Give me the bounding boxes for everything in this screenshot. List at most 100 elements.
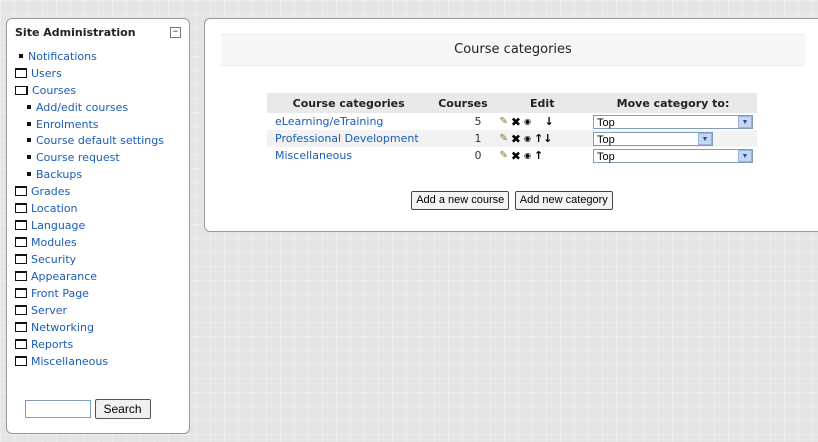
sidebar-item-add-edit-courses[interactable]: Add/edit courses [15, 99, 187, 116]
sidebar-item-label[interactable]: Language [31, 219, 85, 232]
sidebar-item-label[interactable]: Location [31, 202, 78, 215]
select-value: Top [597, 133, 615, 146]
column-header-move: Move category to: [589, 93, 757, 113]
collapse-block-icon[interactable]: − [170, 27, 181, 38]
hide-icon[interactable]: ◉ [524, 151, 531, 160]
category-name-cell: eLearning/eTraining [267, 113, 431, 130]
move-category-select[interactable]: Top ▼ [593, 131, 713, 146]
search-button[interactable]: Search [94, 399, 151, 419]
folder-icon [15, 288, 27, 298]
sidebar-item-course-default-settings[interactable]: Course default settings [15, 133, 187, 149]
column-header-categories: Course categories [267, 93, 431, 113]
table-row: Miscellaneous 0 ✎ ✖ ◉ ↑ Top ▼ [267, 147, 757, 164]
sidebar-item-notifications[interactable]: Notifications [15, 48, 187, 65]
category-name-cell: Miscellaneous [267, 147, 431, 164]
folder-icon [15, 271, 27, 281]
folder-icon [15, 254, 27, 264]
sidebar-item-label[interactable]: Users [31, 67, 62, 80]
edit-icon[interactable]: ✎ [500, 150, 508, 161]
sidebar-item-modules[interactable]: Modules [15, 234, 187, 251]
sidebar-item-language[interactable]: Language [15, 217, 187, 234]
sidebar-item-miscellaneous[interactable]: Miscellaneous [15, 353, 187, 370]
category-link[interactable]: Professional Development [275, 132, 419, 145]
sidebar-item-label[interactable]: Backups [36, 168, 82, 181]
bullet-icon [27, 155, 31, 159]
bullet-icon [27, 105, 31, 109]
sidebar-item-label[interactable]: Courses [32, 84, 76, 97]
sidebar-item-label[interactable]: Miscellaneous [31, 355, 108, 368]
folder-icon [15, 186, 27, 196]
dropdown-arrow-icon[interactable]: ▼ [698, 132, 712, 145]
dropdown-arrow-icon[interactable]: ▼ [738, 115, 752, 128]
sidebar-item-reports[interactable]: Reports [15, 336, 187, 353]
move-cell: Top ▼ [589, 130, 757, 147]
add-category-button[interactable]: Add new category [514, 191, 613, 210]
table-row: Professional Development 1 ✎ ✖ ◉ ↑↓ Top ▼ [267, 130, 757, 147]
category-link[interactable]: eLearning/eTraining [275, 115, 383, 128]
edit-actions: ✎ ✖ ◉ ↑↓ [495, 130, 589, 147]
dropdown-arrow-icon[interactable]: ▼ [738, 149, 752, 162]
admin-tree: Notifications Users Courses Add/edit cou… [15, 48, 187, 370]
sidebar-item-server[interactable]: Server [15, 302, 187, 319]
sidebar-item-label[interactable]: Networking [31, 321, 94, 334]
move-arrows-icon[interactable]: ↑ [534, 149, 543, 162]
heading-box: Course categories [221, 34, 805, 66]
course-count: 1 [430, 130, 496, 147]
sidebar-item-label[interactable]: Enrolments [36, 118, 99, 131]
sidebar-item-label[interactable]: Appearance [31, 270, 97, 283]
search-input[interactable] [25, 400, 91, 418]
sidebar-item-front-page[interactable]: Front Page [15, 285, 187, 302]
category-name-cell: Professional Development [267, 130, 431, 147]
folder-icon [15, 339, 27, 349]
delete-icon[interactable]: ✖ [511, 115, 521, 129]
admin-search: Search [25, 399, 151, 419]
sidebar-item-security[interactable]: Security [15, 251, 187, 268]
folder-icon [15, 322, 27, 332]
bullet-icon [27, 138, 31, 142]
move-category-select[interactable]: Top ▼ [593, 114, 753, 129]
bullet-icon [19, 54, 23, 58]
category-link[interactable]: Miscellaneous [275, 149, 352, 162]
sidebar-item-label[interactable]: Course default settings [36, 134, 164, 147]
move-category-select[interactable]: Top ▼ [593, 148, 753, 163]
delete-icon[interactable]: ✖ [511, 149, 521, 163]
sidebar-item-location[interactable]: Location [15, 200, 187, 217]
course-count: 0 [430, 147, 496, 164]
sidebar-item-label[interactable]: Front Page [31, 287, 89, 300]
sidebar-item-backups[interactable]: Backups [15, 166, 187, 183]
move-arrows-icon[interactable]: ↓ [544, 115, 553, 128]
sidebar-item-label[interactable]: Security [31, 253, 76, 266]
course-count: 5 [430, 113, 496, 130]
sidebar-item-networking[interactable]: Networking [15, 319, 187, 336]
sidebar-item-enrolments[interactable]: Enrolments [15, 116, 187, 133]
add-course-button[interactable]: Add a new course [411, 191, 510, 210]
sidebar-item-label[interactable]: Course request [36, 151, 120, 164]
sidebar-item-label[interactable]: Notifications [28, 50, 97, 63]
sidebar-item-label[interactable]: Reports [31, 338, 73, 351]
move-arrows-icon[interactable]: ↑↓ [534, 132, 552, 145]
sidebar-item-label[interactable]: Grades [31, 185, 70, 198]
sidebar-item-label[interactable]: Server [31, 304, 67, 317]
sidebar-item-grades[interactable]: Grades [15, 183, 187, 200]
action-buttons: Add a new course Add new category [205, 191, 818, 210]
page-title: Course categories [454, 42, 572, 57]
delete-icon[interactable]: ✖ [511, 132, 521, 146]
folder-icon [15, 68, 27, 78]
sidebar-item-appearance[interactable]: Appearance [15, 268, 187, 285]
sidebar-item-users[interactable]: Users [15, 65, 187, 82]
sidebar-item-label[interactable]: Modules [31, 236, 77, 249]
sidebar-item-course-request[interactable]: Course request [15, 149, 187, 166]
edit-icon[interactable]: ✎ [500, 133, 508, 144]
folder-icon [15, 356, 27, 366]
edit-icon[interactable]: ✎ [500, 116, 508, 127]
folder-open-icon [15, 85, 28, 95]
sidebar-item-label[interactable]: Add/edit courses [36, 101, 128, 114]
hide-icon[interactable]: ◉ [524, 134, 531, 143]
sidebar-item-courses[interactable]: Courses [15, 82, 187, 99]
bullet-icon [27, 122, 31, 126]
hide-icon[interactable]: ◉ [524, 117, 531, 126]
table-row: eLearning/eTraining 5 ✎ ✖ ◉ ↓ Top ▼ [267, 113, 757, 130]
edit-actions: ✎ ✖ ◉ ↓ [495, 113, 589, 130]
folder-icon [15, 237, 27, 247]
block-title: Site Administration [15, 26, 136, 39]
